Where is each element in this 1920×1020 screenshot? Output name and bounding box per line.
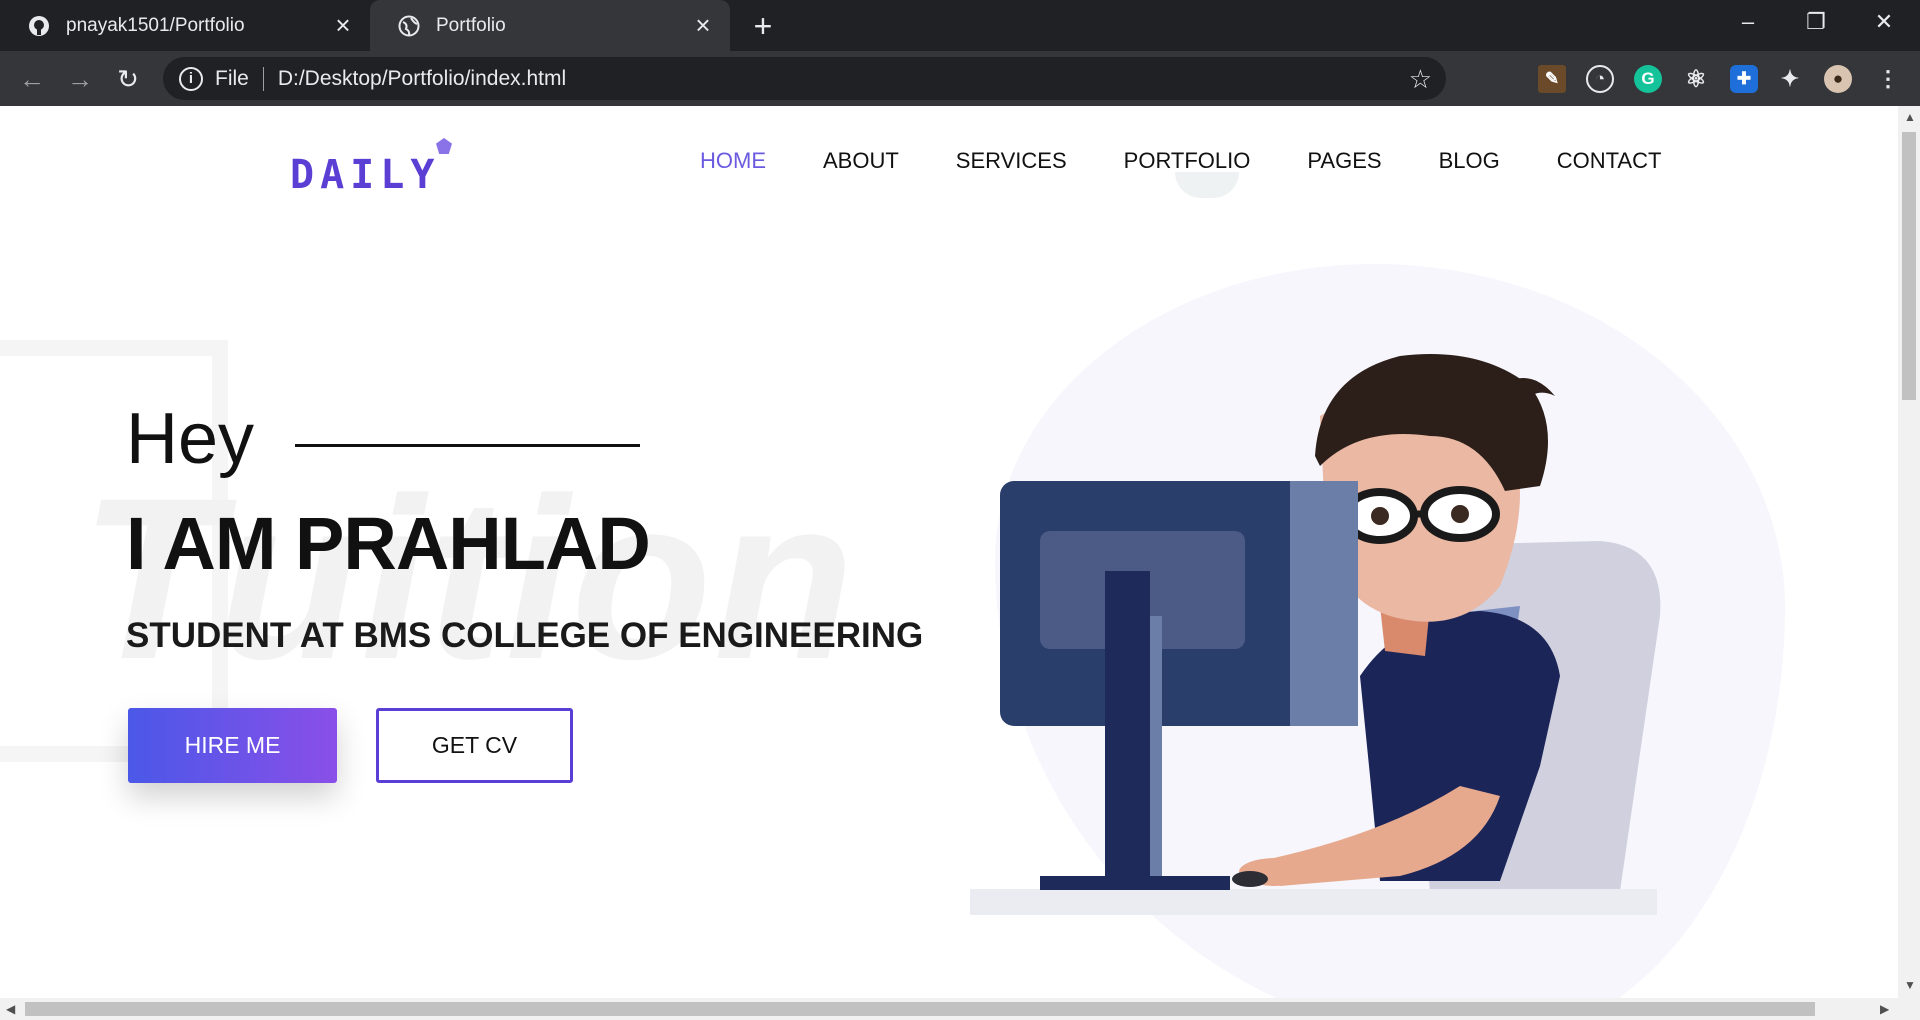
reload-icon[interactable]: ↻: [108, 59, 148, 99]
info-icon[interactable]: i: [179, 66, 203, 91]
nav-contact[interactable]: CONTACT: [1557, 148, 1662, 174]
monitor-base: [1040, 876, 1230, 890]
scroll-up-icon[interactable]: ▲: [1904, 110, 1916, 124]
scrollbar-thumb[interactable]: [25, 1002, 1815, 1016]
hire-me-button[interactable]: HIRE ME: [128, 708, 337, 783]
puzzle-blue-extension-icon[interactable]: ✚: [1730, 65, 1758, 93]
hero-name: I AM PRAHLAD: [126, 502, 651, 585]
scroll-down-icon[interactable]: ▼: [1904, 978, 1916, 992]
desk: [970, 889, 1657, 915]
nav-pages[interactable]: PAGES: [1307, 148, 1381, 174]
pen-extension-icon[interactable]: ✎: [1538, 65, 1566, 93]
minimize-icon[interactable]: –: [1716, 0, 1780, 44]
get-cv-button[interactable]: GET CV: [376, 708, 573, 783]
nav-services[interactable]: SERVICES: [956, 148, 1067, 174]
vertical-scrollbar[interactable]: ▲ ▼: [1898, 106, 1920, 998]
browser-toolbar: ← → ↻ i File D:/Desktop/Portfolio/index.…: [0, 51, 1920, 106]
nav-portfolio[interactable]: PORTFOLIO: [1124, 148, 1251, 174]
site-logo[interactable]: DAILY: [290, 152, 440, 198]
profile-avatar[interactable]: ●: [1824, 65, 1852, 93]
grammarly-icon[interactable]: G: [1634, 65, 1662, 93]
tab-github[interactable]: pnayak1501/Portfolio ×: [0, 0, 370, 51]
horizontal-scrollbar[interactable]: ◀ ▶: [0, 998, 1920, 1020]
mouse: [1232, 871, 1268, 887]
restore-icon[interactable]: ❐: [1784, 0, 1848, 44]
extensions-puzzle-icon[interactable]: ✦: [1776, 65, 1804, 93]
address-bar[interactable]: i File D:/Desktop/Portfolio/index.html ☆: [163, 57, 1446, 100]
tab-title: pnayak1501/Portfolio: [66, 14, 245, 36]
menu-kebab-icon[interactable]: ⋮: [1874, 65, 1902, 93]
hero-subtitle: STUDENT AT BMS COLLEGE OF ENGINEERING: [126, 616, 924, 655]
developer-illustration: [970, 354, 1661, 915]
main-nav: HOME ABOUT SERVICES PORTFOLIO PAGES BLOG…: [700, 148, 1718, 174]
forward-icon[interactable]: →: [60, 59, 100, 99]
gauge-extension-icon[interactable]: ◔: [1586, 65, 1614, 93]
nav-blog[interactable]: BLOG: [1439, 148, 1500, 174]
back-icon[interactable]: ←: [12, 59, 52, 99]
tab-title: Portfolio: [436, 14, 506, 36]
window-close-icon[interactable]: ✕: [1852, 0, 1916, 44]
nav-about[interactable]: ABOUT: [823, 148, 899, 174]
greeting-underline: [295, 444, 640, 447]
tab-strip: pnayak1501/Portfolio × Portfolio × + – ❐…: [0, 0, 1920, 51]
scrollbar-thumb[interactable]: [1902, 132, 1916, 400]
monitor-stand: [1105, 571, 1150, 876]
new-tab-icon[interactable]: +: [745, 8, 781, 44]
bookmark-star-icon[interactable]: ☆: [1409, 64, 1432, 95]
nav-home[interactable]: HOME: [700, 148, 766, 174]
globe-icon: [398, 15, 420, 37]
page-viewport: Tuition DAILY HOME ABOUT SERVICES PORTFO…: [0, 106, 1898, 998]
scroll-left-icon[interactable]: ◀: [6, 1002, 15, 1016]
separator: [262, 66, 264, 91]
decorative-semicircle: [1175, 172, 1239, 198]
tab-portfolio[interactable]: Portfolio ×: [370, 0, 730, 51]
url-text[interactable]: D:/Desktop/Portfolio/index.html: [278, 67, 566, 91]
close-icon[interactable]: ×: [688, 10, 718, 41]
react-devtools-icon[interactable]: ⚛: [1682, 65, 1710, 93]
hero-greeting: Hey: [126, 399, 255, 479]
close-icon[interactable]: ×: [328, 10, 358, 41]
scroll-right-icon[interactable]: ▶: [1880, 1002, 1889, 1016]
scheme-label: File: [215, 66, 249, 90]
github-icon: [28, 15, 50, 37]
monitor-edge: [1290, 481, 1358, 726]
